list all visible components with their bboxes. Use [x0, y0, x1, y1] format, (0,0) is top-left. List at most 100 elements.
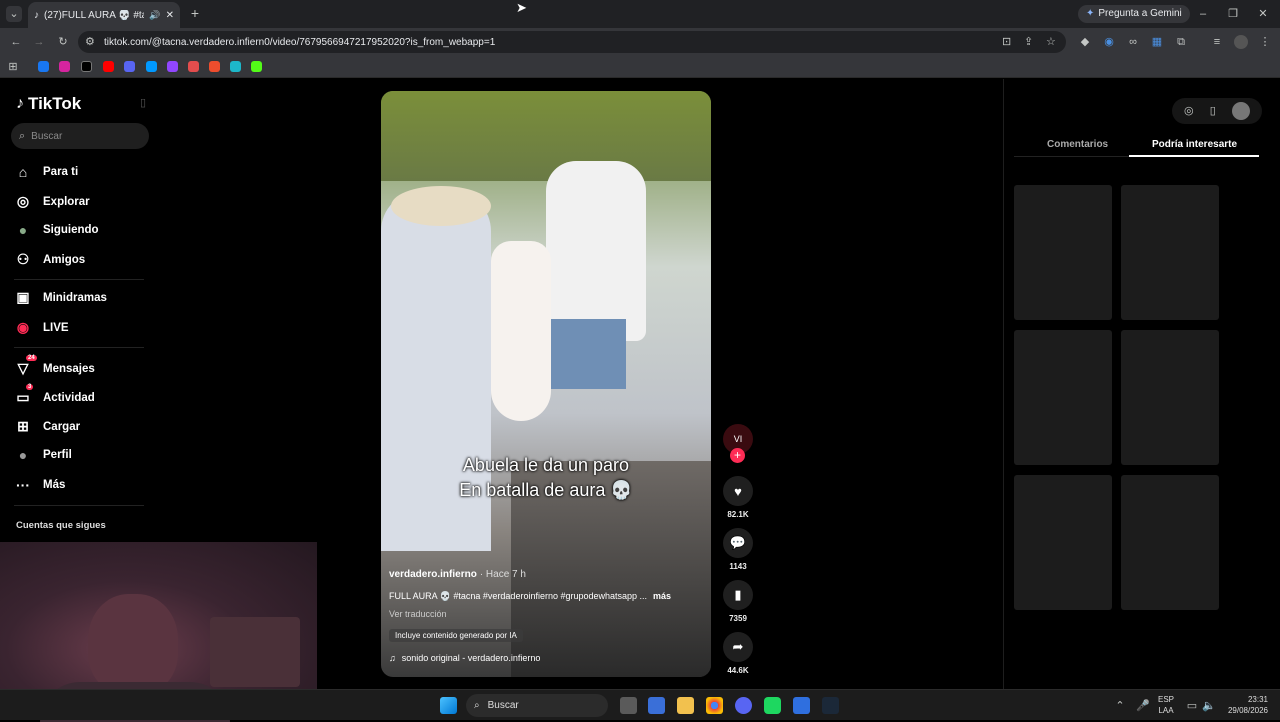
comment-icon: 💬 [723, 528, 753, 558]
coin-icon[interactable]: ◎ [1184, 103, 1194, 119]
microphone-icon[interactable]: 🎤 [1136, 698, 1150, 714]
sidebar-item-mas[interactable]: ··· Más [14, 477, 65, 493]
install-icon[interactable]: ⇪ [1024, 34, 1033, 50]
windows-start-icon[interactable] [440, 697, 457, 714]
tab-comments[interactable]: Comentarios [1047, 139, 1108, 150]
comment-button[interactable]: 💬 1143 [723, 528, 753, 571]
bookmark-icon[interactable] [209, 61, 220, 72]
like-button[interactable]: ♥ 82.1K [723, 476, 753, 519]
extension-icon[interactable]: ▦ [1150, 34, 1164, 50]
sidebar-item-live[interactable]: ◉ LIVE [14, 319, 69, 336]
suggested-video-card[interactable] [1014, 475, 1112, 610]
suggested-video-card[interactable] [1121, 185, 1219, 320]
sidebar-item-label: Amigos [43, 253, 86, 266]
background-shelf [210, 617, 300, 687]
sidebar-item-explorar[interactable]: ◎ Explorar [14, 193, 90, 210]
profile-avatar-icon[interactable] [1234, 35, 1248, 49]
profile-avatar-icon[interactable] [1231, 102, 1250, 120]
reload-icon[interactable]: ↻ [55, 34, 71, 50]
notepad-icon[interactable] [793, 697, 810, 714]
sidebar-item-minidramas[interactable]: ▣ Minidramas [14, 289, 107, 306]
discord-icon[interactable] [735, 697, 752, 714]
collapse-sidebar-icon[interactable]: ▯ [136, 95, 150, 111]
steam-icon[interactable] [822, 697, 839, 714]
more-link[interactable]: más [653, 591, 671, 602]
store-icon[interactable] [648, 697, 665, 714]
media-icon[interactable]: ≡ [1210, 34, 1224, 50]
suggested-video-card[interactable] [1014, 330, 1112, 465]
sidebar-item-mensajes[interactable]: ▽ 24 Mensajes [14, 355, 95, 377]
sidebar-item-para-ti[interactable]: ⌂ Para ti [14, 164, 78, 180]
twitch-icon[interactable] [167, 61, 178, 72]
show-hidden-icons[interactable]: ⌃ [1114, 698, 1126, 714]
back-icon[interactable]: ← [8, 34, 24, 50]
taskbar-search[interactable]: ⌕ Buscar [466, 694, 608, 717]
save-button[interactable]: ▮ 7359 [723, 580, 753, 623]
video-author[interactable]: verdadero.infierno [389, 569, 477, 580]
bookmark-icon[interactable] [188, 61, 199, 72]
sidebar-item-siguiendo[interactable]: ● Siguiendo [14, 222, 99, 238]
bookmark-star-icon[interactable]: ☆ [1046, 34, 1056, 50]
suggested-video-card[interactable] [1121, 330, 1219, 465]
share-button[interactable]: ➦ 44.6K [723, 632, 753, 675]
video-time: · Hace 7 h [479, 569, 526, 580]
translate-link[interactable]: Ver traducción [389, 609, 447, 619]
active-tab-indicator [1129, 155, 1259, 157]
file-explorer-icon[interactable] [677, 697, 694, 714]
menu-icon[interactable]: ⋮ [1258, 34, 1272, 50]
sidebar-item-cargar[interactable]: ⊞ Cargar [14, 418, 80, 435]
tab-search-icon[interactable]: ⌄ [6, 6, 22, 22]
x-icon[interactable] [81, 61, 92, 72]
video-player[interactable]: Abuela le da un paro En batalla de aura … [381, 91, 711, 677]
new-tab-icon[interactable]: + [188, 5, 202, 21]
site-info-icon[interactable]: ⚙ [85, 34, 95, 50]
suggested-video-card[interactable] [1121, 475, 1219, 610]
restore-icon[interactable]: ❐ [1226, 6, 1240, 22]
kick-icon[interactable] [251, 61, 262, 72]
url-bar[interactable]: ⚙ tiktok.com/@tacna.verdadero.infiern0/v… [78, 31, 1066, 53]
author-avatar-button[interactable]: VI + [723, 424, 753, 463]
sidebar-item-amigos[interactable]: ⚇ Amigos [14, 251, 85, 268]
clock[interactable]: 23:31 29/08/2026 [1226, 694, 1268, 716]
url-text: tiktok.com/@tacna.verdadero.infiern0/vid… [104, 36, 496, 48]
sidebar-item-actividad[interactable]: ▭ 3 Actividad [14, 384, 95, 406]
bookmark-icon[interactable] [230, 61, 241, 72]
instagram-icon[interactable] [59, 61, 70, 72]
follow-plus-icon[interactable]: + [730, 448, 745, 463]
youtube-icon[interactable] [103, 61, 114, 72]
search-input[interactable]: ⌕ Buscar [11, 123, 149, 149]
gemini-button[interactable]: ✦ Pregunta a Gemini [1078, 5, 1190, 23]
extensions-puzzle-icon[interactable]: ⧉ [1174, 34, 1188, 50]
facebook-icon[interactable] [38, 61, 49, 72]
device-icon[interactable]: ▯ [1210, 103, 1216, 119]
discord-icon[interactable] [124, 61, 135, 72]
task-view-icon[interactable] [620, 697, 637, 714]
home-icon: ⌂ [18, 164, 28, 180]
sound-row[interactable]: ♫ sonido original - verdadero.infierno [389, 653, 540, 663]
extension-icon[interactable]: ∞ [1126, 34, 1140, 50]
right-panel: ◎ ▯ Comentarios Podría interesarte [1003, 79, 1280, 689]
volume-icon[interactable]: 🔈 [1202, 698, 1216, 714]
browser-tab[interactable]: ♪ (27)FULL AURA 💀 #tacna # 🔊 ✕ [28, 2, 180, 28]
sidebar-item-perfil[interactable]: ● Perfil [14, 447, 72, 463]
tiktok-logo[interactable]: ♪ TikTok [16, 94, 81, 114]
tab-interest[interactable]: Podría interesarte [1152, 139, 1237, 150]
share-count: 44.6K [727, 666, 749, 675]
extension-icon[interactable]: ◆ [1078, 34, 1092, 50]
translate-icon[interactable]: ⊡ [1002, 34, 1011, 50]
apps-grid-icon[interactable]: ⊞ [7, 59, 19, 75]
chrome-icon[interactable] [706, 697, 723, 714]
network-icon[interactable]: ▭ [1186, 698, 1198, 714]
minimize-icon[interactable]: – [1196, 6, 1210, 22]
tab-audio-icon[interactable]: 🔊 [149, 10, 160, 21]
language-indicator[interactable]: ESP LAA [1158, 694, 1174, 716]
extension-icon[interactable]: ◉ [1102, 34, 1116, 50]
browser-tab-bar: ⌄ ♪ (27)FULL AURA 💀 #tacna # 🔊 ✕ + ✦Preg… [0, 0, 1280, 28]
tab-close-icon[interactable]: ✕ [166, 10, 174, 21]
forward-icon[interactable]: → [31, 34, 47, 50]
messages-icon: ▽ 24 [17, 355, 37, 376]
app-icon[interactable] [764, 697, 781, 714]
close-window-icon[interactable]: ✕ [1256, 6, 1270, 22]
suggested-video-card[interactable] [1014, 185, 1112, 320]
bookmark-icon[interactable] [146, 61, 157, 72]
